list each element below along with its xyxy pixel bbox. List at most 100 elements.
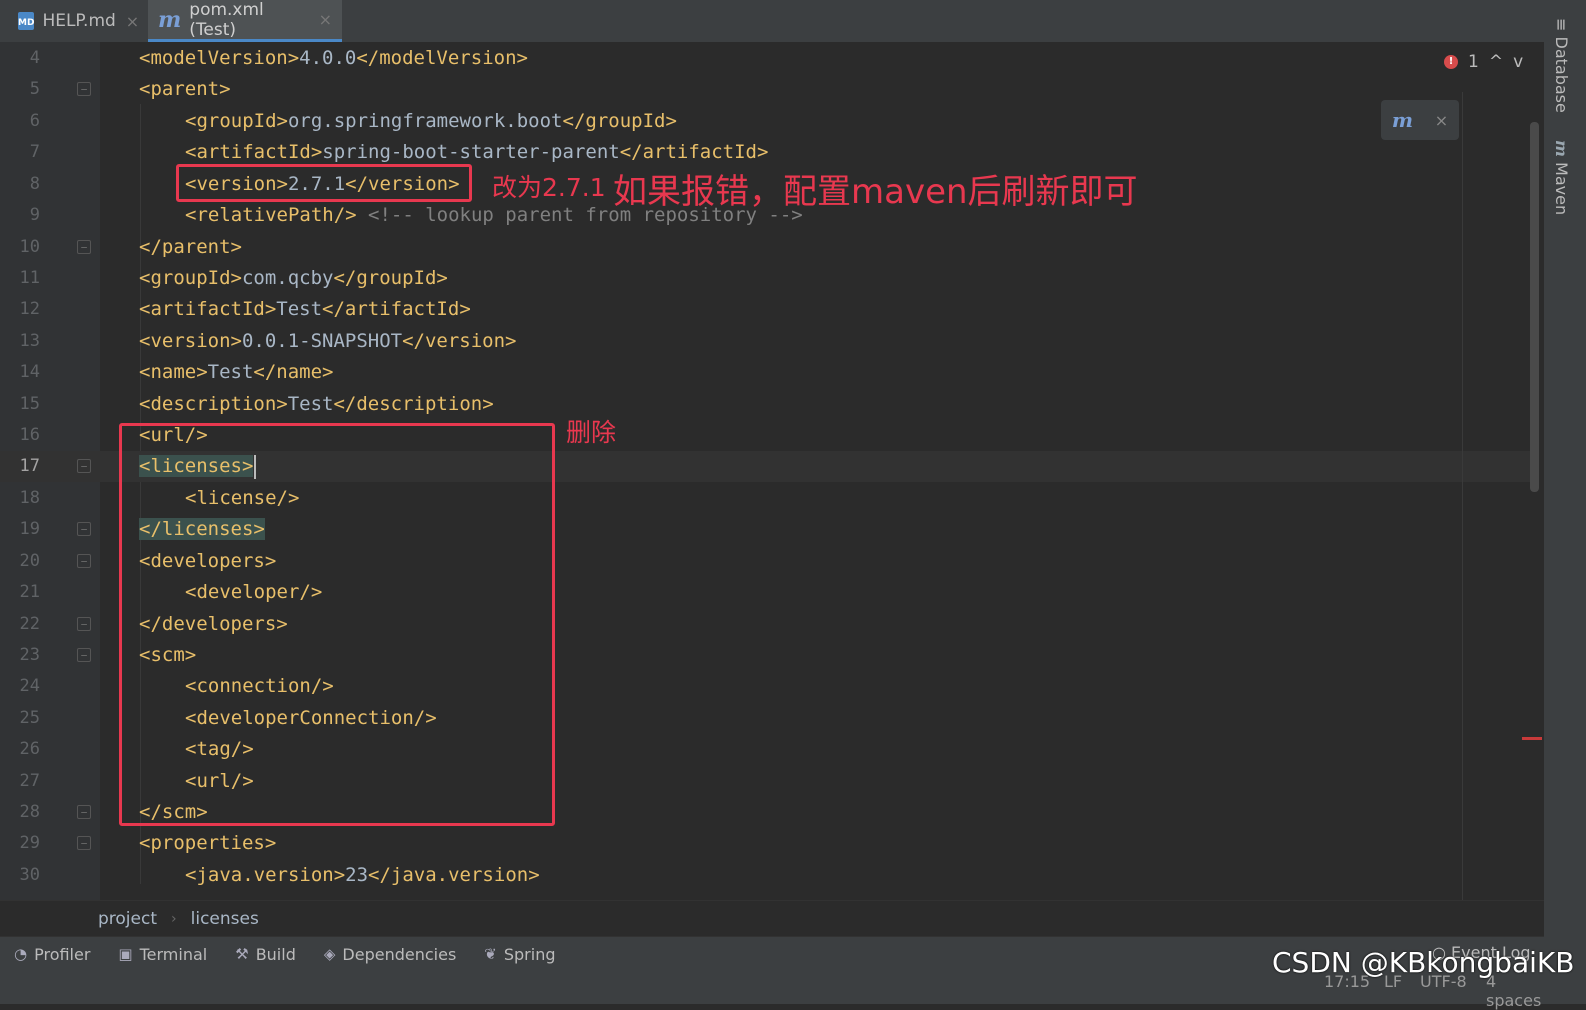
tool-profiler[interactable]: ◔ Profiler bbox=[14, 945, 90, 964]
maven-tool-tab[interactable]: m Maven bbox=[1552, 140, 1571, 215]
tool-terminal[interactable]: ▣ Terminal bbox=[118, 945, 207, 964]
annotation-box-delete bbox=[119, 423, 555, 826]
fold-icon[interactable]: − bbox=[77, 617, 91, 631]
tool-label: Spring bbox=[503, 944, 556, 964]
code-line[interactable]: 6 <groupId>org.springframework.boot</grou… bbox=[0, 106, 1530, 137]
fold-icon[interactable]: − bbox=[77, 82, 91, 96]
tool-spring[interactable]: ❦ Spring bbox=[484, 945, 555, 964]
tool-label: Dependencies bbox=[342, 944, 457, 964]
line-number: 26 bbox=[19, 739, 40, 759]
code-text: <version>0.0.1-SNAPSHOT</version> bbox=[139, 330, 517, 352]
fold-icon[interactable]: − bbox=[77, 554, 91, 568]
code-text: <groupId>org.springframework.boot</group… bbox=[185, 110, 677, 132]
hammer-icon: ⚒ bbox=[235, 945, 249, 963]
line-number: 23 bbox=[19, 645, 40, 665]
line-number: 21 bbox=[19, 582, 40, 602]
code-line[interactable]: 5 − <parent> bbox=[0, 74, 1530, 105]
code-line[interactable]: 12 <artifactId>Test</artifactId> bbox=[0, 294, 1530, 325]
maven-reload-icon[interactable]: m bbox=[1392, 108, 1413, 132]
line-number: 15 bbox=[19, 394, 40, 414]
tool-label: Build bbox=[255, 944, 296, 964]
line-number: 25 bbox=[19, 708, 40, 728]
code-text: <java.version>23</java.version> bbox=[185, 864, 540, 886]
code-line[interactable]: 10 − </parent> bbox=[0, 232, 1530, 263]
chevron-down-icon[interactable]: v bbox=[1513, 52, 1523, 72]
fold-icon[interactable]: − bbox=[77, 648, 91, 662]
terminal-icon: ▣ bbox=[118, 945, 133, 963]
close-icon[interactable]: × bbox=[319, 10, 332, 29]
line-number: 8 bbox=[29, 174, 40, 194]
breadcrumb-item-project[interactable]: project bbox=[98, 909, 157, 929]
line-number: 29 bbox=[19, 833, 40, 853]
annotation-version-note: 改为2.7.1 bbox=[492, 173, 606, 202]
annotation-delete-note: 删除 bbox=[566, 418, 617, 447]
code-text: </parent> bbox=[139, 236, 242, 258]
code-text: <parent> bbox=[139, 78, 231, 100]
fold-icon[interactable]: − bbox=[77, 240, 91, 254]
fold-icon[interactable]: − bbox=[77, 836, 91, 850]
line-number: 27 bbox=[19, 771, 40, 791]
code-text: <name>Test</name> bbox=[139, 361, 334, 383]
code-text: <artifactId>Test</artifactId> bbox=[139, 298, 471, 320]
database-icon: ≡ bbox=[1552, 18, 1571, 37]
breadcrumb-separator: › bbox=[171, 911, 177, 927]
leaf-icon: ❦ bbox=[484, 945, 497, 963]
line-number: 14 bbox=[19, 362, 40, 382]
tool-tab-label: Maven bbox=[1552, 162, 1571, 216]
profiler-icon: ◔ bbox=[14, 945, 28, 963]
error-icon: ! bbox=[1444, 55, 1458, 69]
watermark: CSDN @KBkongbaiKB bbox=[1272, 946, 1575, 979]
fold-icon[interactable]: − bbox=[77, 805, 91, 819]
code-line[interactable]: 15 <description>Test</description> bbox=[0, 389, 1530, 420]
tool-build[interactable]: ⚒ Build bbox=[235, 945, 296, 964]
line-number: 18 bbox=[19, 488, 40, 508]
close-icon[interactable]: × bbox=[1435, 111, 1448, 130]
vertical-scrollbar[interactable] bbox=[1530, 122, 1539, 492]
line-number: 6 bbox=[29, 111, 40, 131]
line-number: 13 bbox=[19, 331, 40, 351]
maven-reload-popup: m × bbox=[1381, 100, 1459, 140]
close-icon[interactable]: × bbox=[126, 12, 139, 31]
line-number: 19 bbox=[19, 519, 40, 539]
error-count: 1 bbox=[1468, 52, 1479, 72]
code-line[interactable]: 30 <java.version>23</java.version> bbox=[0, 860, 1530, 891]
code-line[interactable]: 13 <version>0.0.1-SNAPSHOT</version> bbox=[0, 326, 1530, 357]
tab-label: pom.xml (Test) bbox=[189, 0, 264, 40]
tool-label: Terminal bbox=[139, 944, 208, 964]
inspection-widget[interactable]: ! 1 ^ v bbox=[1444, 52, 1523, 72]
database-tool-tab[interactable]: ≡ Database bbox=[1552, 18, 1571, 113]
error-stripe-mark[interactable] bbox=[1522, 737, 1542, 740]
line-number: 12 bbox=[19, 299, 40, 319]
line-number: 28 bbox=[19, 802, 40, 822]
line-number: 22 bbox=[19, 614, 40, 634]
right-margin-guide bbox=[1462, 92, 1463, 900]
code-text: <groupId>com.qcby</groupId> bbox=[139, 267, 448, 289]
tab-pom-xml[interactable]: m pom.xml (Test) × bbox=[148, 0, 342, 42]
tool-dependencies[interactable]: ◈ Dependencies bbox=[324, 945, 456, 964]
code-line[interactable]: 14 <name>Test</name> bbox=[0, 357, 1530, 388]
chevron-up-icon[interactable]: ^ bbox=[1489, 52, 1503, 72]
line-number: 5 bbox=[29, 79, 40, 99]
line-number: 9 bbox=[29, 205, 40, 225]
markdown-file-icon: MD bbox=[18, 12, 35, 30]
breadcrumb-item-licenses[interactable]: licenses bbox=[191, 909, 259, 929]
fold-icon[interactable]: − bbox=[77, 459, 91, 473]
tab-help-md[interactable]: MD HELP.md × bbox=[8, 0, 146, 42]
line-number: 24 bbox=[19, 676, 40, 696]
code-text: <description>Test</description> bbox=[139, 393, 494, 415]
code-line[interactable]: 11 <groupId>com.qcby</groupId> bbox=[0, 263, 1530, 294]
fold-icon[interactable]: − bbox=[77, 522, 91, 536]
editor-tab-bar: MD HELP.md × m pom.xml (Test) × bbox=[0, 0, 1558, 43]
code-line[interactable]: 29 − <properties> bbox=[0, 828, 1530, 859]
maven-icon: m bbox=[1552, 140, 1571, 157]
line-number: 7 bbox=[29, 142, 40, 162]
line-number: 4 bbox=[29, 48, 40, 68]
breadcrumb: project › licenses bbox=[0, 900, 1544, 937]
right-tool-strip: ≡ Database m Maven bbox=[1544, 0, 1586, 1004]
line-number: 10 bbox=[19, 237, 40, 257]
line-number: 16 bbox=[19, 425, 40, 445]
layers-icon: ◈ bbox=[323, 945, 336, 963]
code-text: <properties> bbox=[139, 832, 277, 854]
code-line[interactable]: 4 <modelVersion>4.0.0</modelVersion> bbox=[0, 43, 1530, 74]
annotation-error-note: 如果报错，配置maven后刷新即可 bbox=[613, 172, 1138, 212]
